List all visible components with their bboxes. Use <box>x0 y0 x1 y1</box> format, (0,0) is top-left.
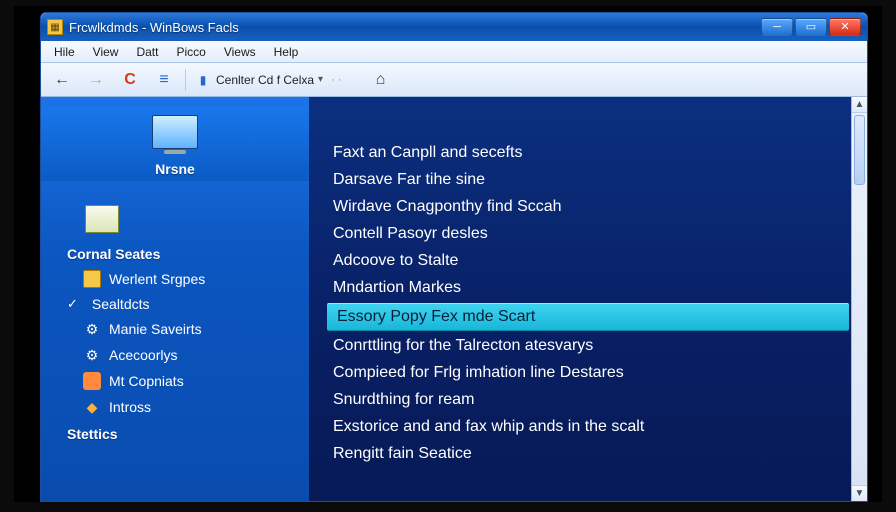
menu-bar: Hile View Datt Picco Views Help <box>41 41 867 63</box>
sidebar-item-label: Acecoorlys <box>109 347 177 363</box>
folder-icon: ▮ <box>194 71 212 89</box>
app-icon <box>83 372 101 390</box>
menu-item[interactable]: Views <box>217 43 263 61</box>
shield-icon: ◆ <box>83 398 101 416</box>
main-panel: Faxt an Canpll and seceftsDarsave Far ti… <box>309 97 867 501</box>
list-item[interactable]: Conrttling for the Talrecton atesvarys <box>327 333 849 359</box>
menu-item[interactable]: Hile <box>47 43 82 61</box>
home-button[interactable]: ⌂ <box>367 67 393 93</box>
sidebar-heading: Stettics <box>67 426 309 442</box>
client-area: Nrsne Cornal Seates Werlent Srgpes Sealt… <box>41 97 867 501</box>
window-controls: ─ ▭ ✕ <box>761 18 861 36</box>
list-item[interactable]: Faxt an Canpll and secefts <box>327 140 849 166</box>
sidebar-item[interactable]: ◆ Intross <box>41 394 309 420</box>
app-icon: ▦ <box>47 19 63 35</box>
list-icon: ≡ <box>159 71 168 89</box>
scroll-down-button[interactable]: ▼ <box>852 485 867 501</box>
menu-item[interactable]: Help <box>267 43 306 61</box>
scroll-up-button[interactable]: ▲ <box>852 97 867 113</box>
sidebar: Nrsne Cornal Seates Werlent Srgpes Sealt… <box>41 97 309 501</box>
titlebar: ▦ Frcwlkdmds - WinBows Facls ─ ▭ ✕ <box>41 13 867 41</box>
arrow-right-icon: → <box>88 71 104 89</box>
list-item[interactable]: Contell Pasoyr desles <box>327 221 849 247</box>
sidebar-item[interactable]: Werlent Srgpes <box>41 266 309 292</box>
note-icon <box>85 205 119 233</box>
maximize-icon: ▭ <box>806 22 816 33</box>
toolbar-dots: · · <box>331 74 341 86</box>
menu-item[interactable]: Datt <box>129 43 165 61</box>
sidebar-item[interactable]: ⚙ Manie Saveirts <box>41 316 309 342</box>
home-icon: ⌂ <box>376 71 386 89</box>
toolbar-separator <box>185 69 186 91</box>
back-button[interactable]: ← <box>49 67 75 93</box>
folder-icon <box>83 270 101 288</box>
sidebar-item-label: Mt Copniats <box>109 373 184 389</box>
list-item[interactable]: Rengitt fain Seatice <box>327 441 849 467</box>
sidebar-top-label: Nrsne <box>155 161 195 177</box>
sidebar-item-label: Werlent Srgpes <box>109 271 205 287</box>
window-title: Frcwlkdmds - WinBows Facls <box>69 20 239 35</box>
app-window: ▦ Frcwlkdmds - WinBows Facls ─ ▭ ✕ Hile … <box>40 12 868 502</box>
refresh-icon: C <box>124 71 136 89</box>
sidebar-item[interactable]: Mt Copniats <box>41 368 309 394</box>
list-item[interactable]: Compieed for Frlg imhation line Destares <box>327 360 849 386</box>
list-item[interactable]: Snurdthing for ream <box>327 387 849 413</box>
scrollbar[interactable]: ▲ ▼ <box>851 97 867 501</box>
monitor-bezel: ▦ Frcwlkdmds - WinBows Facls ─ ▭ ✕ Hile … <box>0 0 896 512</box>
main-list: Faxt an Canpll and seceftsDarsave Far ti… <box>309 97 867 478</box>
sidebar-group: Cornal Seates Werlent Srgpes Sealtdcts ⚙… <box>41 195 309 442</box>
address-label: Cenlter Cd f Celxa <box>216 73 314 87</box>
list-item[interactable]: Darsave Far tihe sine <box>327 167 849 193</box>
list-item[interactable]: Adcoove to Stalte <box>327 248 849 274</box>
maximize-button[interactable]: ▭ <box>795 18 827 36</box>
arrow-left-icon: ← <box>54 71 70 89</box>
gear-icon: ⚙ <box>83 346 101 364</box>
list-item[interactable]: Essory Popy Fex mde Scart <box>327 303 849 331</box>
chevron-down-icon: ▾ <box>318 74 323 85</box>
sidebar-item[interactable]: Sealtdcts <box>41 292 309 316</box>
sidebar-heading: Cornal Seates <box>67 246 309 262</box>
sidebar-item-label: Manie Saveirts <box>109 321 202 337</box>
list-item[interactable]: Mndartion Markes <box>327 275 849 301</box>
minimize-button[interactable]: ─ <box>761 18 793 36</box>
sidebar-item[interactable]: ⚙ Acecoorlys <box>41 342 309 368</box>
sidebar-header: Nrsne <box>41 107 309 181</box>
minimize-icon: ─ <box>773 22 781 33</box>
close-button[interactable]: ✕ <box>829 18 861 36</box>
sidebar-item-label: Sealtdcts <box>92 296 150 312</box>
list-item[interactable]: Wirdave Cnagponthy find Sccah <box>327 194 849 220</box>
scroll-thumb[interactable] <box>854 115 865 185</box>
refresh-button[interactable]: C <box>117 67 143 93</box>
gear-icon: ⚙ <box>83 320 101 338</box>
view-list-button[interactable]: ≡ <box>151 67 177 93</box>
list-item[interactable]: Exstorice and and fax whip ands in the s… <box>327 414 849 440</box>
forward-button[interactable]: → <box>83 67 109 93</box>
menu-item[interactable]: View <box>86 43 126 61</box>
close-icon: ✕ <box>840 22 849 33</box>
menu-item[interactable]: Picco <box>169 43 212 61</box>
computer-icon <box>152 115 198 149</box>
toolbar: ← → C ≡ ▮ Cenlter Cd f Celxa ▾ · · ⌂ <box>41 63 867 97</box>
sidebar-item-label: Intross <box>109 399 151 415</box>
address-combo[interactable]: ▮ Cenlter Cd f Celxa ▾ <box>194 71 323 89</box>
